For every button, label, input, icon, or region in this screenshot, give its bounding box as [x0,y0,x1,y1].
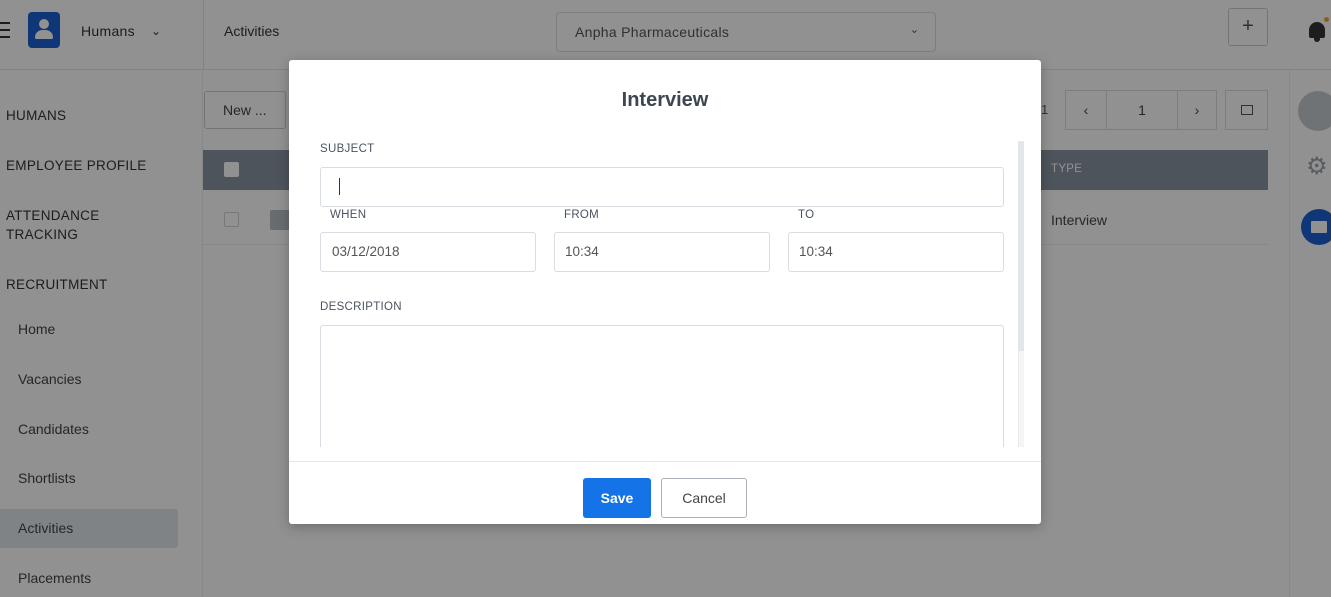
to-label: TO [798,209,815,221]
cancel-button[interactable]: Cancel [661,478,747,518]
description-label: DESCRIPTION [320,301,402,313]
description-textarea[interactable] [320,325,1004,447]
dialog-footer: Save Cancel [289,461,1041,524]
scrollbar-thumb[interactable] [1018,141,1024,351]
interview-dialog: Interview SUBJECT WHEN 03/12/2018 FROM 1… [289,60,1041,524]
subject-label: SUBJECT [320,143,375,155]
from-time-input[interactable]: 10:34 [554,232,770,272]
when-label: WHEN [330,209,367,221]
subject-input[interactable] [320,167,1004,207]
to-time-input[interactable]: 10:34 [788,232,1004,272]
text-caret [339,178,340,195]
when-date-input[interactable]: 03/12/2018 [320,232,536,272]
save-button[interactable]: Save [583,478,651,518]
from-label: FROM [564,209,600,221]
dialog-title: Interview [621,89,709,111]
